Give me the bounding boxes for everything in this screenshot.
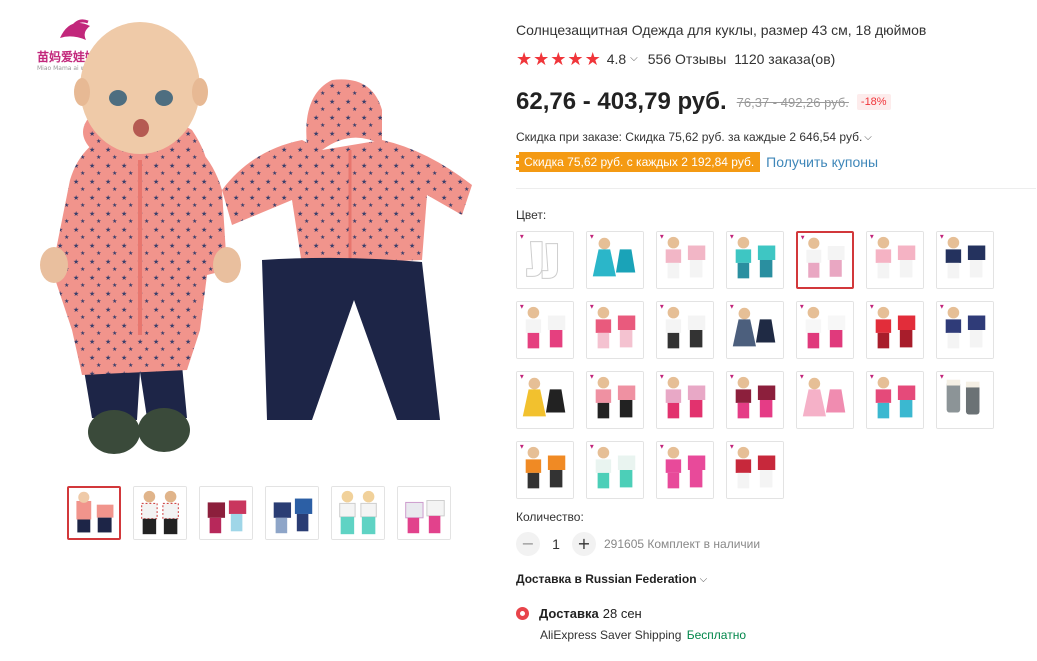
chevron-down-icon: ⌵: [864, 132, 872, 143]
thumbnail-1[interactable]: [67, 486, 121, 540]
color-swatch-boots-grey[interactable]: [936, 371, 994, 429]
color-swatch-outfit-mint[interactable]: [586, 441, 644, 499]
star-rating: ★ ★ ★ ★ ★: [516, 50, 601, 68]
shipping-carrier-row: AliExpress Saver Shipping Бесплатно: [540, 628, 746, 642]
thumbnail-6[interactable]: [397, 486, 451, 540]
shipping-title: Доставка: [539, 606, 599, 621]
shipping-option[interactable]: Доставка 28 сен: [516, 606, 642, 621]
color-swatch-outfit-red[interactable]: [866, 301, 924, 359]
color-swatch-outfit-white-pink[interactable]: [516, 301, 574, 359]
color-swatch-outfit-pink-red[interactable]: [656, 371, 714, 429]
star-icon: ★: [567, 49, 584, 69]
color-swatch-jacket-pink[interactable]: [656, 231, 714, 289]
stock-count: 291605 Комплект в наличии: [604, 537, 761, 551]
chevron-down-icon: ⌵: [699, 574, 708, 585]
reviews-link[interactable]: 556 Отзывы: [648, 51, 727, 67]
star-icon: ★: [584, 49, 601, 69]
radio-selected-icon[interactable]: [516, 607, 529, 620]
brand-logo: [60, 19, 90, 40]
rating-row: ★ ★ ★ ★ ★ 4.8 ⌵ 556 Отзывы 1120 заказа(о…: [516, 50, 835, 68]
quantity-stepper: − + 291605 Комплект в наличии: [516, 532, 760, 556]
star-icon: ★: [516, 49, 533, 69]
color-swatch-jacket-pink-black[interactable]: [586, 371, 644, 429]
thumbnail-strip: [67, 486, 451, 540]
price-row: 62,76 - 403,79 руб. 76,37 - 492,26 руб. …: [516, 88, 891, 116]
color-swatch-outfit-teal-pink[interactable]: [866, 371, 924, 429]
color-swatch-outfit-orange[interactable]: [516, 441, 574, 499]
quantity-label: Количество:: [516, 510, 584, 524]
delivery-destination[interactable]: Доставка в Russian Federation ⌵: [516, 572, 717, 586]
star-icon: ★: [550, 49, 567, 69]
color-swatch-outfit-white[interactable]: [656, 301, 714, 359]
shipping-carrier: AliExpress Saver Shipping: [540, 628, 682, 642]
color-swatch-swimsuit[interactable]: [516, 371, 574, 429]
order-discount[interactable]: Скидка при заказе: Скидка 75,62 руб. за …: [516, 130, 882, 144]
main-product-image[interactable]: ★ ★ 苗妈爱娃娃 Miao Mama ai wa wa: [22, 0, 492, 475]
current-price: 62,76 - 403,79 руб.: [516, 88, 727, 115]
orders-count: 1120 заказа(ов): [734, 51, 836, 67]
thumbnail-3[interactable]: [199, 486, 253, 540]
color-swatch-dress-teal[interactable]: [586, 231, 644, 289]
thumbnail-5[interactable]: [331, 486, 385, 540]
original-price: 76,37 - 492,26 руб.: [736, 94, 849, 110]
coupon-row: Скидка 75,62 руб. с каждых 2 192,84 руб.…: [516, 152, 878, 172]
quantity-input[interactable]: [540, 536, 572, 552]
thumbnail-4[interactable]: [265, 486, 319, 540]
color-swatch-grid: [516, 231, 994, 499]
delivery-destination-text: Доставка в Russian Federation: [516, 572, 697, 586]
chevron-down-icon[interactable]: ⌵: [630, 53, 638, 64]
color-swatch-dress-pink[interactable]: [796, 371, 854, 429]
color-swatch-socks-white[interactable]: [516, 231, 574, 289]
rating-value[interactable]: 4.8: [607, 51, 626, 67]
order-discount-text: Скидка при заказе: Скидка 75,62 руб. за …: [516, 130, 863, 144]
shipping-price: Бесплатно: [686, 628, 747, 642]
delivery-date: 28 сен: [602, 606, 642, 621]
color-swatch-outfit-teal[interactable]: [726, 231, 784, 289]
color-swatch-outfit-cow[interactable]: [726, 441, 784, 499]
decrease-quantity-button[interactable]: −: [516, 532, 540, 556]
discount-badge: -18%: [856, 94, 891, 110]
color-swatch-jacket-floral[interactable]: [586, 301, 644, 359]
increase-quantity-button[interactable]: +: [572, 532, 596, 556]
product-title: Солнцезащитная Одежда для куклы, размер …: [516, 22, 927, 38]
color-label: Цвет:: [516, 208, 547, 222]
color-swatch-outfit-pink[interactable]: [866, 231, 924, 289]
star-icon: ★: [533, 49, 550, 69]
color-swatch-outfit-navy[interactable]: [936, 301, 994, 359]
get-coupons-link[interactable]: Получить купоны: [766, 154, 878, 170]
color-swatch-outfit-magenta[interactable]: [656, 441, 714, 499]
thumbnail-2[interactable]: [133, 486, 187, 540]
color-swatch-outfit-burgundy[interactable]: [726, 371, 784, 429]
color-swatch-dress-denim[interactable]: [726, 301, 784, 359]
divider: [516, 188, 1036, 189]
color-swatch-jacket-pink-white[interactable]: [796, 301, 854, 359]
color-swatch-overalls-navy[interactable]: [936, 231, 994, 289]
color-swatch-outfit-pink-white[interactable]: [796, 231, 854, 289]
coupon-badge: Скидка 75,62 руб. с каждых 2 192,84 руб.: [516, 152, 761, 172]
